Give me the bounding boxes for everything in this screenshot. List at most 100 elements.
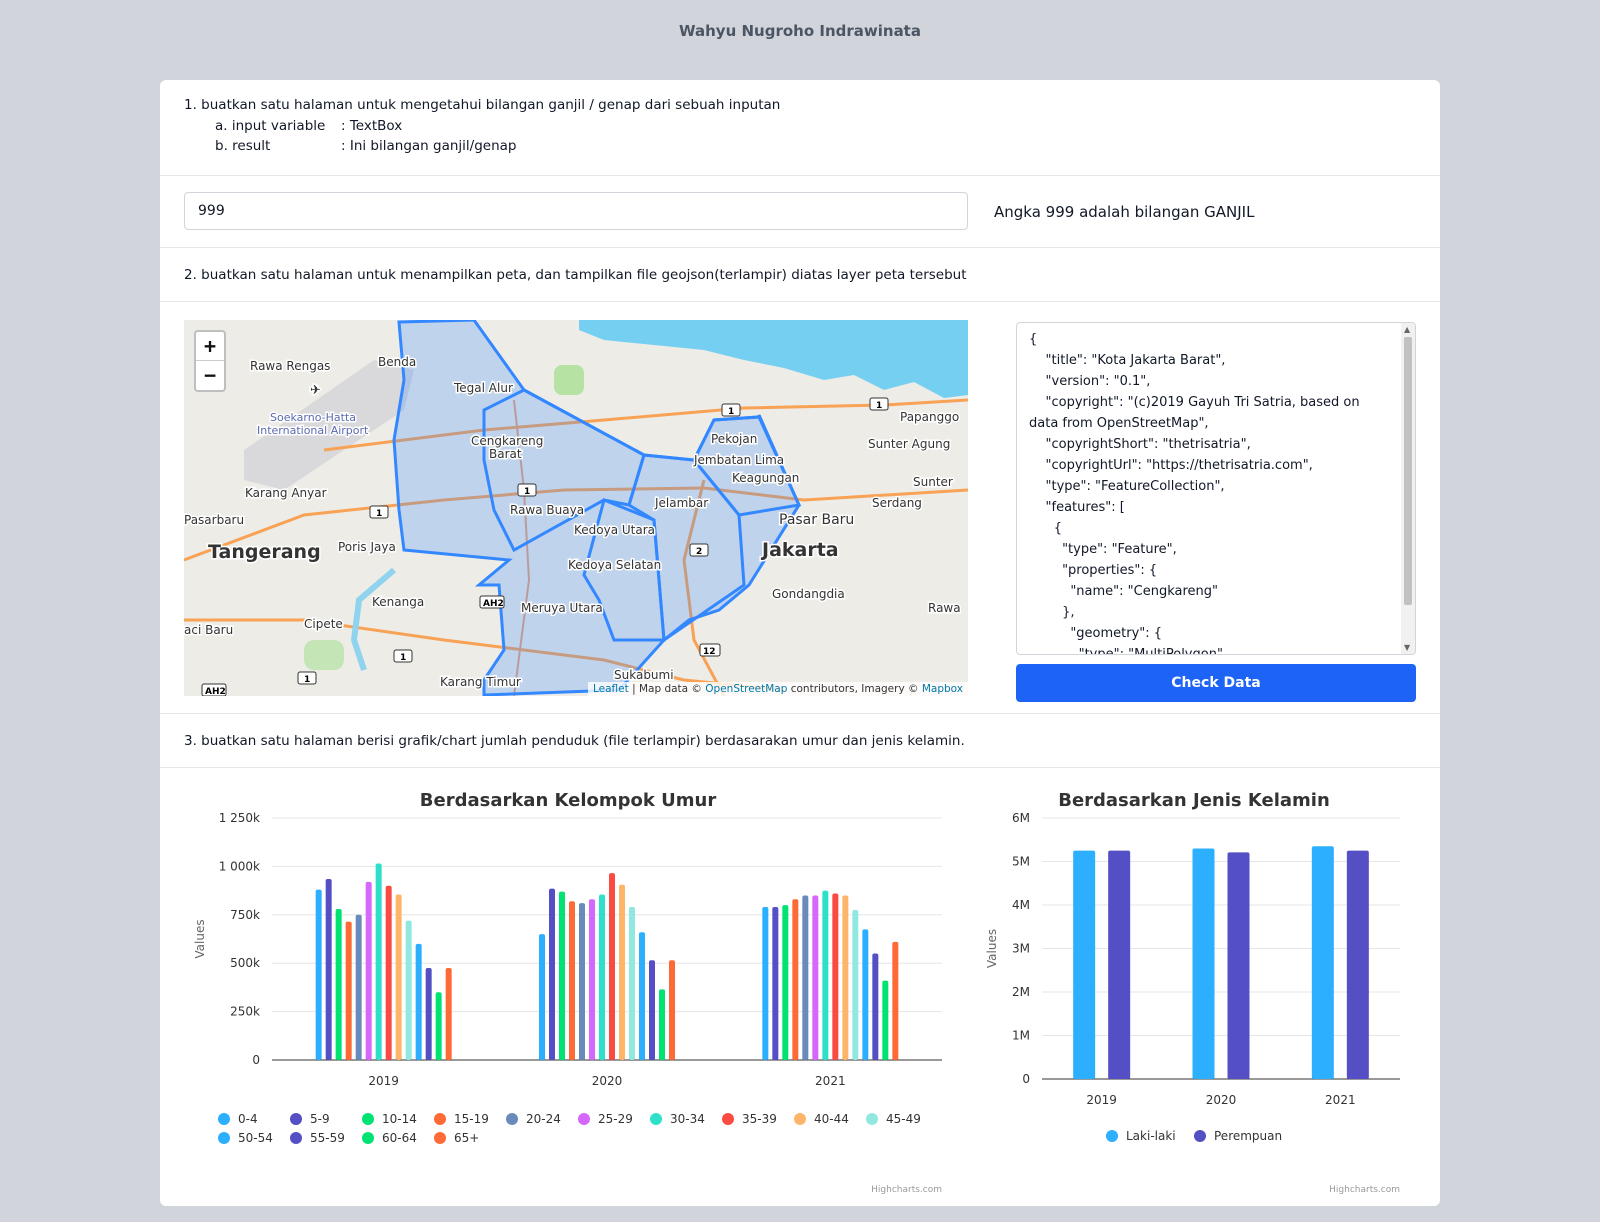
y-tick-label: 5M [1012, 855, 1030, 869]
map-attribution: Leaflet | Map data © OpenStreetMap contr… [587, 682, 968, 696]
legend-item: 40-44 [814, 1112, 849, 1126]
map-label: Benda [378, 355, 416, 369]
x-tick-label: 2020 [592, 1074, 623, 1088]
legend-symbol [218, 1132, 230, 1144]
x-tick-label: 2019 [368, 1074, 399, 1088]
question-1-text: 1. buatkan satu halaman untuk mengetahui… [184, 97, 781, 113]
bar-5-9-2020 [549, 888, 555, 1060]
item-a-value: : TextBox [341, 118, 403, 134]
bar-35-39-2020 [609, 873, 615, 1060]
bar-Perempuan-2021 [1346, 850, 1369, 1079]
y-axis-title: Values [985, 929, 999, 968]
legend-symbol [1194, 1130, 1206, 1142]
road-shield-label: 1 [876, 401, 882, 411]
question-2: 2. buatkan satu halaman untuk menampilka… [160, 248, 1440, 302]
bar-45-49-2019 [405, 920, 412, 1060]
legend-item: 45-49 [886, 1112, 921, 1126]
legend-symbol [362, 1132, 374, 1144]
chart-title: Berdasarkan Kelompok Umur [420, 790, 717, 811]
y-tick-label: 2M [1012, 985, 1030, 999]
map-label: Jelambar [654, 496, 708, 510]
y-tick-label: 1M [1012, 1029, 1030, 1043]
leaflet-link[interactable]: Leaflet [593, 683, 629, 695]
legend-item: Laki-laki [1126, 1129, 1176, 1143]
map-label: Kenanga [372, 595, 424, 609]
bar-20-24-2021 [802, 895, 809, 1060]
map-label: Papanggo [900, 410, 959, 424]
geojson-textarea[interactable]: { "title": "Kota Jakarta Barat", "versio… [1016, 322, 1416, 655]
map-container[interactable]: + − Rawa Rengas Benda Tegal Alur ✈ Soeka… [184, 320, 968, 696]
legend-item: Perempuan [1214, 1129, 1282, 1143]
bar-30-34-2021 [822, 890, 829, 1060]
bar-20-24-2020 [579, 903, 585, 1060]
legend-item: 30-34 [670, 1112, 705, 1126]
map-label: Jembatan Lima [693, 453, 784, 467]
question-1-item-b: b. result : Ini bilangan ganjil/genap [215, 138, 516, 154]
legend-symbol [506, 1113, 518, 1125]
map-label: Tegal Alur [453, 381, 513, 395]
bar-65+-2020 [669, 960, 675, 1060]
legend-symbol [218, 1113, 230, 1125]
legend-item: 55-59 [310, 1131, 345, 1145]
bar-10-14-2021 [782, 905, 789, 1060]
question-1: 1. buatkan satu halaman untuk mengetahui… [160, 80, 1440, 176]
x-tick-label: 2021 [815, 1074, 846, 1088]
map-label: Gondangdia [772, 587, 845, 601]
bar-30-34-2020 [599, 894, 605, 1060]
scroll-up-icon[interactable]: ▲ [1404, 325, 1410, 334]
y-tick-label: 3M [1012, 942, 1030, 956]
bar-Perempuan-2020 [1227, 852, 1250, 1079]
scrollbar[interactable]: ▲ ▼ [1401, 323, 1415, 654]
legend-symbol [1106, 1130, 1118, 1142]
main-card: 1. buatkan satu halaman untuk mengetahui… [160, 80, 1440, 1206]
scrollbar-thumb[interactable] [1404, 337, 1412, 605]
zoom-control: + − [194, 330, 226, 392]
bar-15-19-2021 [792, 899, 799, 1060]
bar-5-9-2021 [772, 907, 779, 1060]
y-tick-label: 4M [1012, 898, 1030, 912]
bar-25-29-2019 [365, 881, 372, 1060]
legend-item: 0-4 [238, 1112, 258, 1126]
road-shield-label: 1 [304, 675, 310, 685]
map-label: Cipete [304, 617, 343, 631]
y-tick-label: 750k [230, 908, 260, 922]
zoom-in-button[interactable]: + [196, 332, 224, 361]
number-input[interactable] [184, 192, 968, 230]
mapbox-link[interactable]: Mapbox [922, 683, 963, 695]
question-3: 3. buatkan satu halaman berisi grafik/ch… [160, 714, 1440, 768]
page-title: Wahyu Nugroho Indrawinata [679, 22, 921, 40]
road-shield-label: 1 [728, 407, 734, 417]
result-text: Angka 999 adalah bilangan GANJIL [994, 203, 1255, 221]
bar-45-49-2021 [852, 909, 859, 1060]
map-label: Meruya Utara [521, 601, 603, 615]
bar-0-4-2019 [315, 889, 322, 1060]
bar-60-64-2019 [435, 992, 442, 1060]
question-2-text: 2. buatkan satu halaman untuk menampilka… [184, 267, 967, 283]
scroll-down-icon[interactable]: ▼ [1404, 643, 1410, 652]
item-b-value: : Ini bilangan ganjil/genap [341, 138, 517, 154]
legend-symbol [866, 1113, 878, 1125]
legend-item: 65+ [454, 1131, 479, 1145]
attribution-text: | Map data © [628, 683, 706, 695]
legend-symbol [722, 1113, 734, 1125]
park [554, 365, 584, 395]
map-label: Pasar Baru [779, 512, 854, 528]
x-tick-label: 2019 [1086, 1093, 1117, 1107]
y-tick-label: 1 250k [219, 811, 260, 825]
highcharts-credit: Highcharts.com [1329, 1185, 1400, 1195]
zoom-out-button[interactable]: − [196, 361, 224, 390]
y-tick-label: 1 000k [219, 859, 260, 873]
question-1-item-a: a. input variable : TextBox [215, 118, 402, 134]
legend-item: 10-14 [382, 1112, 417, 1126]
bar-Laki-laki-2021 [1311, 846, 1334, 1079]
legend-symbol [290, 1113, 302, 1125]
bar-0-4-2020 [539, 934, 545, 1060]
geojson-polygon[interactable] [392, 320, 801, 696]
road-shield-label: 1 [524, 487, 530, 497]
map-tiles: Rawa Rengas Benda Tegal Alur ✈ Soekarno-… [184, 320, 968, 696]
legend-symbol [794, 1113, 806, 1125]
sea-area [579, 320, 968, 398]
check-data-button[interactable]: Check Data [1016, 664, 1416, 702]
osm-link[interactable]: OpenStreetMap [705, 683, 787, 695]
river [350, 567, 396, 671]
